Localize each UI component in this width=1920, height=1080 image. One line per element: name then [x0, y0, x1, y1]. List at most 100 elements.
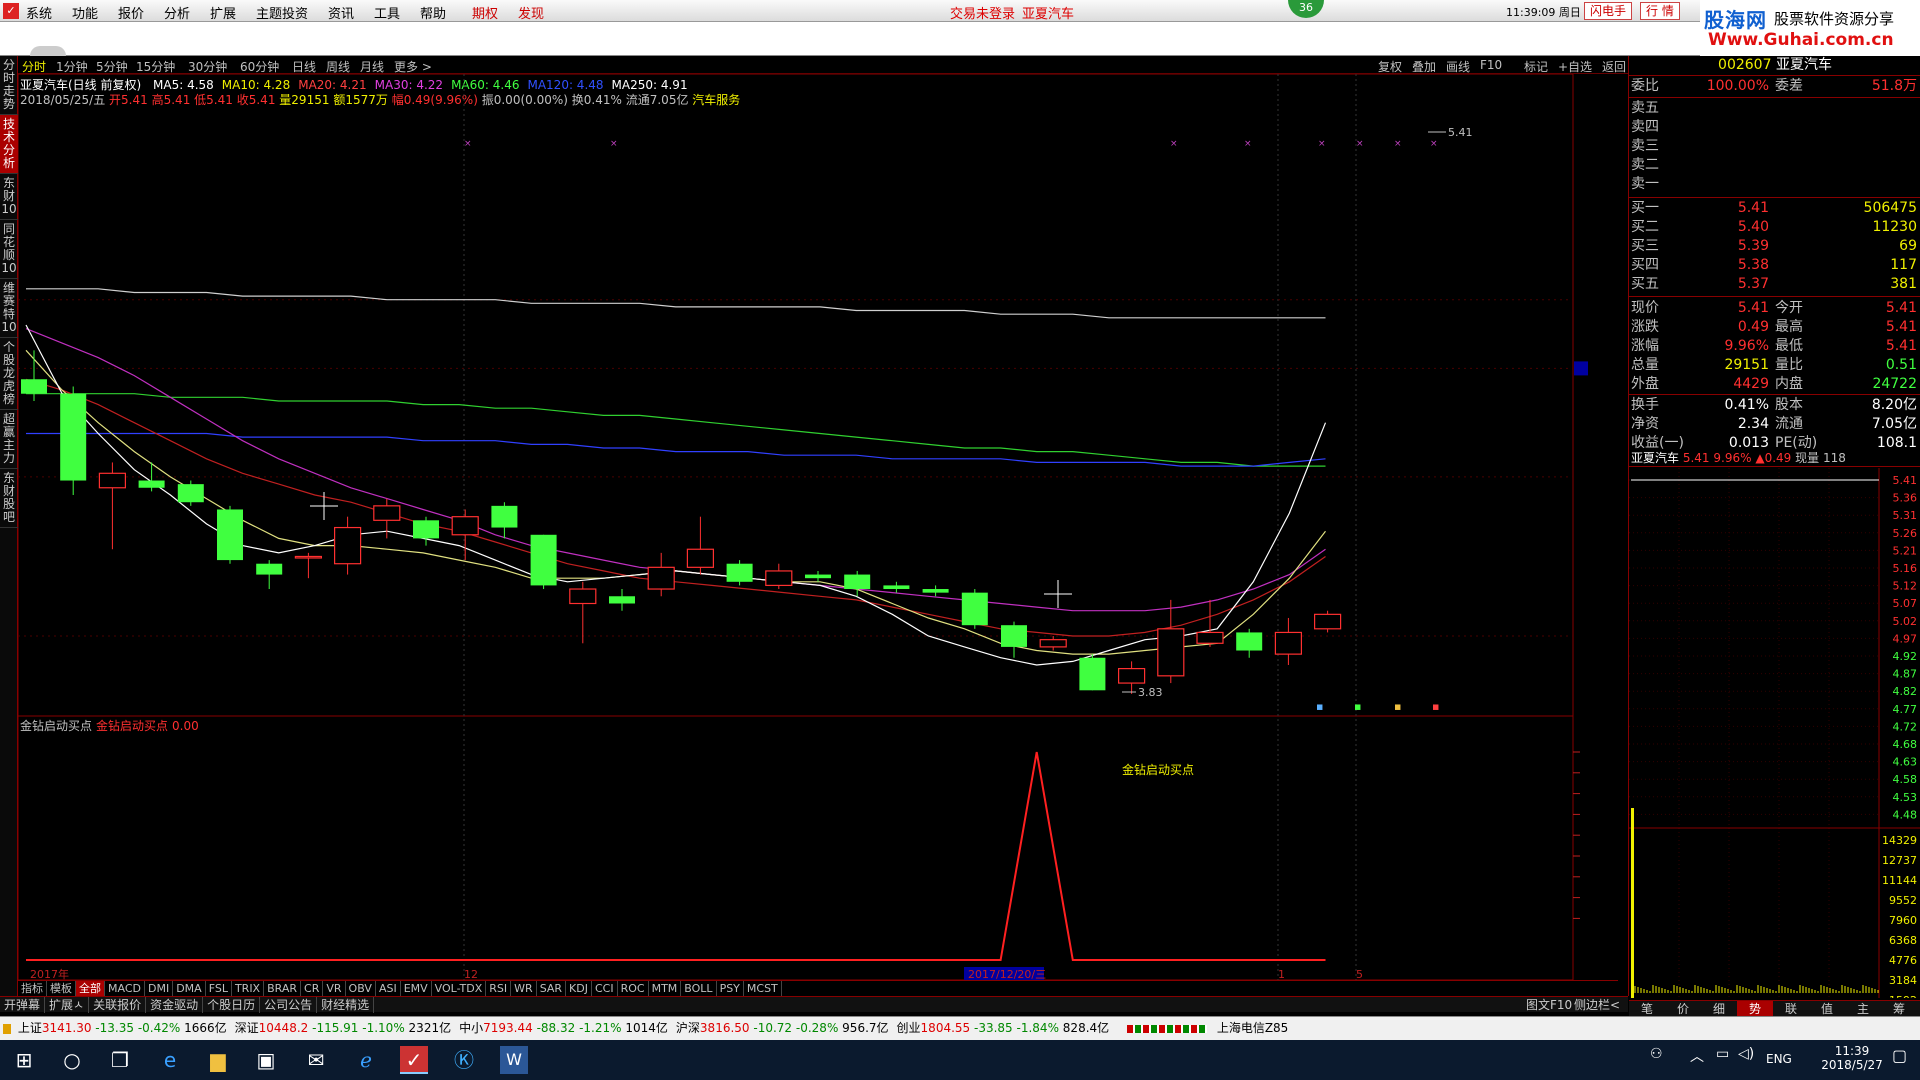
tray-expand-icon[interactable]: ︿: [1690, 1046, 1704, 1066]
candle[interactable]: [922, 585, 949, 597]
chart-tool-6[interactable]: 返回: [1602, 58, 1626, 75]
word-icon[interactable]: W: [500, 1046, 528, 1074]
candle[interactable]: [765, 563, 793, 590]
indicator-tab-9[interactable]: CR: [301, 981, 324, 996]
quote-tab-7[interactable]: 筹: [1881, 1001, 1917, 1017]
quote-tab-0[interactable]: 笔: [1629, 1001, 1665, 1017]
buy-row[interactable]: 买四 5.38 117: [1629, 256, 1920, 275]
kline-chart-svg[interactable]: 4.924.734.433.99××××××××5.413.83▪▪▪▪金钻启动…: [18, 74, 1588, 980]
sell-row[interactable]: 卖二: [1629, 156, 1920, 175]
left-tab-5[interactable]: 个股龙虎榜: [0, 338, 18, 410]
stock-app-icon[interactable]: ✓: [400, 1046, 428, 1074]
indicator-tab-15[interactable]: RSI: [486, 981, 512, 996]
func-tab-5[interactable]: 公司公告: [260, 997, 318, 1013]
candle[interactable]: [1157, 599, 1185, 684]
period-tab-6[interactable]: 日线: [292, 58, 316, 75]
indicator-tab-24[interactable]: MCST: [744, 981, 782, 996]
indicator-tab-4[interactable]: DMI: [145, 981, 174, 996]
buy-row[interactable]: 买二 5.40 11230: [1629, 218, 1920, 237]
candle[interactable]: [98, 462, 127, 550]
mail-icon[interactable]: ✉: [302, 1046, 330, 1074]
period-tab-4[interactable]: 30分钟: [188, 58, 227, 75]
index-quote[interactable]: 上证3141.30 -13.35 -0.42% 1666亿: [18, 1017, 227, 1039]
candle[interactable]: [647, 552, 675, 597]
edge-browser-icon[interactable]: e: [156, 1046, 184, 1074]
buy-row[interactable]: 买一 5.41 506475: [1629, 199, 1920, 218]
chart-tool-2[interactable]: 画线: [1446, 58, 1470, 75]
candle[interactable]: [1196, 599, 1224, 647]
indicator-tab-21[interactable]: MTM: [649, 981, 682, 996]
candle[interactable]: [1313, 610, 1342, 633]
candle[interactable]: [138, 462, 165, 492]
menu-item-2[interactable]: 报价: [118, 3, 144, 22]
left-tab-6[interactable]: 超赢主力: [0, 410, 18, 469]
func-tab-6[interactable]: 财经精选: [317, 997, 375, 1013]
candle[interactable]: [805, 570, 831, 582]
quote-tab-1[interactable]: 价: [1665, 1001, 1701, 1017]
indicator-tab-0[interactable]: 指标: [18, 981, 47, 996]
intraday-mini-chart[interactable]: 5.41 5.36 5.31 5.26 5.21 5.16 5.12 5.07 5.02 4.97…: [1629, 468, 1920, 998]
quote-tab-3[interactable]: 势: [1737, 1001, 1773, 1017]
k-app-icon[interactable]: Ⓚ: [450, 1046, 478, 1074]
quote-tab-2[interactable]: 细: [1701, 1001, 1737, 1017]
file-explorer-icon[interactable]: ▆: [204, 1046, 232, 1074]
chart-area[interactable]: 4.924.734.433.99××××××××5.413.83▪▪▪▪金钻启动…: [18, 74, 1588, 994]
index-quote[interactable]: 深证10448.2 -115.91 -1.10% 2321亿: [235, 1017, 451, 1039]
menu-item-0[interactable]: 系统: [26, 3, 52, 22]
chart-tool-4[interactable]: 标记: [1524, 58, 1548, 75]
period-tab-7[interactable]: 周线: [326, 58, 350, 75]
left-tab-0[interactable]: 分时走势: [0, 56, 18, 115]
people-icon[interactable]: ⚇: [1650, 1046, 1663, 1062]
indicator-tab-5[interactable]: DMA: [173, 981, 206, 996]
candle[interactable]: [334, 516, 362, 575]
indicator-tab-17[interactable]: SAR: [537, 981, 567, 996]
sell-row[interactable]: 卖四: [1629, 118, 1920, 137]
candle[interactable]: [1274, 617, 1303, 665]
candle[interactable]: [609, 589, 635, 611]
period-tab-5[interactable]: 60分钟: [240, 58, 279, 75]
candle[interactable]: [686, 516, 715, 575]
candle[interactable]: [294, 552, 322, 579]
index-quote[interactable]: 中小7193.44 -88.32 -1.21% 1014亿: [459, 1017, 668, 1039]
indicator-tab-6[interactable]: FSL: [206, 981, 232, 996]
left-tab-1[interactable]: 技术分析: [0, 115, 18, 174]
chart-tool-5[interactable]: +自选: [1558, 58, 1592, 75]
taskbar-clock[interactable]: 11:39 2018/5/27: [1816, 1044, 1888, 1072]
store-icon[interactable]: ▣: [252, 1046, 280, 1074]
f10-button[interactable]: 图文F10: [1526, 997, 1572, 1013]
indicator-tab-16[interactable]: WR: [511, 981, 537, 996]
chart-tool-0[interactable]: 复权: [1378, 58, 1402, 75]
period-tab-3[interactable]: 15分钟: [136, 58, 175, 75]
quote-tab-5[interactable]: 值: [1809, 1001, 1845, 1017]
candle[interactable]: [60, 386, 87, 495]
volume-icon[interactable]: ◁): [1738, 1046, 1754, 1062]
func-tab-1[interactable]: 扩展ㅅ: [45, 997, 90, 1013]
index-quote[interactable]: 创业1804.55 -33.85 -1.84% 828.4亿: [897, 1017, 1110, 1039]
period-tab-9[interactable]: 更多 >: [394, 58, 432, 75]
candle[interactable]: [451, 509, 479, 561]
menu-item-7[interactable]: 工具: [374, 3, 400, 22]
windows-start-icon[interactable]: ⊞: [10, 1046, 38, 1074]
menu-item-8[interactable]: 帮助: [420, 3, 446, 22]
lightning-button[interactable]: 闪电手: [1584, 2, 1633, 20]
left-tab-3[interactable]: 同花顺10: [0, 220, 18, 279]
quote-tab-4[interactable]: 联: [1773, 1001, 1809, 1017]
indicator-tab-23[interactable]: PSY: [717, 981, 744, 996]
notification-bubble[interactable]: 36: [1288, 0, 1324, 18]
indicator-tab-7[interactable]: TRIX: [232, 981, 265, 996]
chart-tool-1[interactable]: 叠加: [1412, 58, 1436, 75]
candle[interactable]: [1039, 636, 1067, 651]
func-tab-0[interactable]: 开弹幕: [0, 997, 46, 1013]
buy-row[interactable]: 买五 5.37 381: [1629, 275, 1920, 294]
candle[interactable]: [177, 480, 204, 506]
indicator-tab-19[interactable]: CCI: [592, 981, 618, 996]
indicator-tab-3[interactable]: MACD: [105, 981, 145, 996]
candle[interactable]: [961, 589, 988, 629]
candle[interactable]: [883, 581, 910, 593]
task-view-icon[interactable]: ❐: [106, 1046, 134, 1074]
func-tab-2[interactable]: 关联报价: [89, 997, 147, 1013]
candle[interactable]: [217, 505, 243, 564]
index-quote[interactable]: 沪深3816.50 -10.72 -0.28% 956.7亿: [676, 1017, 889, 1039]
func-tab-3[interactable]: 资金驱动: [146, 997, 204, 1013]
left-tab-4[interactable]: 维赛特10: [0, 279, 18, 338]
